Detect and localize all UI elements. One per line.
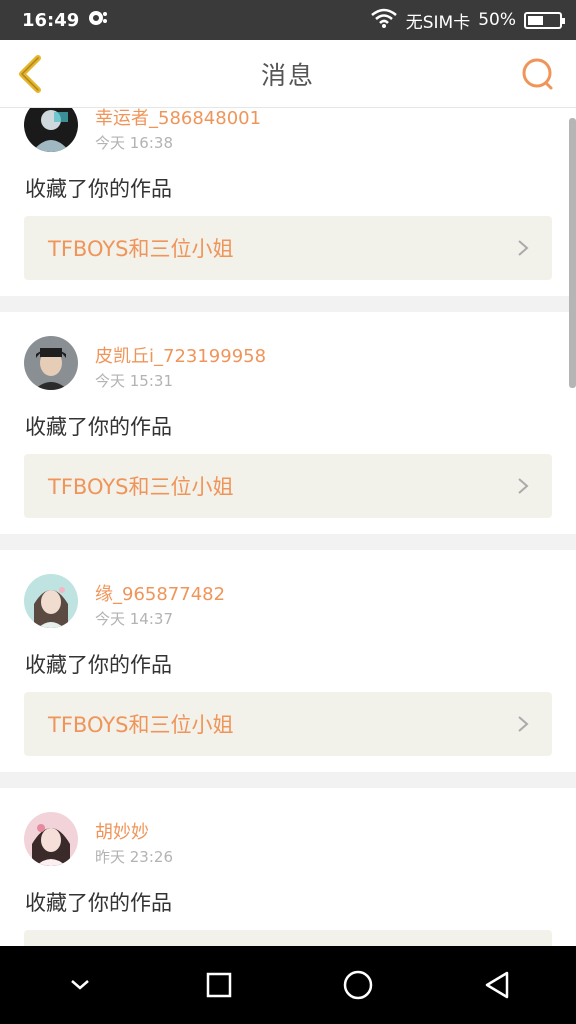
chevron-right-icon [518,716,529,732]
square-icon [206,972,231,998]
work-link[interactable] [24,930,552,946]
work-link[interactable]: TFBOYS和三位小姐 [24,454,552,518]
status-right: 无SIM卡 50% [370,8,565,33]
avatar[interactable] [24,812,78,866]
page-title: 消息 [260,60,315,90]
nav-back-button[interactable] [467,955,527,1015]
circle-icon [343,970,372,1000]
chevron-left-icon [19,55,41,93]
message-list[interactable]: 幸运者_586848001 今天 16:38 收藏了你的作品 TFBOYS和三位… [0,108,576,946]
carrier-text: 无SIM卡 [405,12,471,33]
message-card: 皮凯丘i_723199958 今天 15:31 收藏了你的作品 TFBOYS和三… [0,312,576,534]
triangle-back-icon [485,971,508,999]
username[interactable]: 皮凯丘i_723199958 [95,342,266,368]
work-title: TFBOYS和三位小姐 [48,475,234,499]
username[interactable]: 幸运者_586848001 [95,108,261,130]
system-nav-bar [0,946,576,1024]
status-left: 16:49 [22,9,109,32]
message-action: 收藏了你的作品 [25,177,172,201]
avatar[interactable] [24,108,78,152]
nav-collapse-button[interactable] [50,955,110,1015]
nav-home-button[interactable] [328,955,388,1015]
work-link[interactable]: TFBOYS和三位小姐 [24,216,552,280]
message-card: 幸运者_586848001 今天 16:38 收藏了你的作品 TFBOYS和三位… [0,108,576,296]
back-button[interactable] [12,52,52,96]
message-action: 收藏了你的作品 [25,415,172,439]
message-time: 今天 16:38 [95,134,173,152]
avatar[interactable] [24,574,78,628]
notification-icon [87,9,109,32]
chevron-right-icon [518,240,529,256]
status-bar: 16:49 无SIM卡 50% [0,0,576,40]
message-time: 昨天 23:26 [95,848,173,866]
wifi-icon [370,8,398,33]
message-action: 收藏了你的作品 [25,891,172,915]
nav-recents-button[interactable] [189,955,249,1015]
username[interactable]: 缘_965877482 [95,580,225,606]
status-time: 16:49 [22,9,80,31]
search-icon [522,58,553,90]
message-time: 今天 15:31 [95,372,173,390]
message-time: 今天 14:37 [95,610,173,628]
avatar[interactable] [24,336,78,390]
chevron-right-icon [518,478,529,494]
scrollbar[interactable] [569,118,576,388]
chevron-down-icon [70,980,89,990]
battery-percent: 50% [478,10,516,30]
work-link[interactable]: TFBOYS和三位小姐 [24,692,552,756]
work-title: TFBOYS和三位小姐 [48,237,234,261]
search-button[interactable] [520,56,556,92]
message-card: 缘_965877482 今天 14:37 收藏了你的作品 TFBOYS和三位小姐 [0,550,576,772]
username[interactable]: 胡妙妙 [95,818,149,844]
work-title: TFBOYS和三位小姐 [48,713,234,737]
message-action: 收藏了你的作品 [25,653,172,677]
app-bar: 消息 [0,40,576,108]
message-card: 胡妙妙 昨天 23:26 收藏了你的作品 [0,788,576,946]
battery-icon [524,11,565,29]
